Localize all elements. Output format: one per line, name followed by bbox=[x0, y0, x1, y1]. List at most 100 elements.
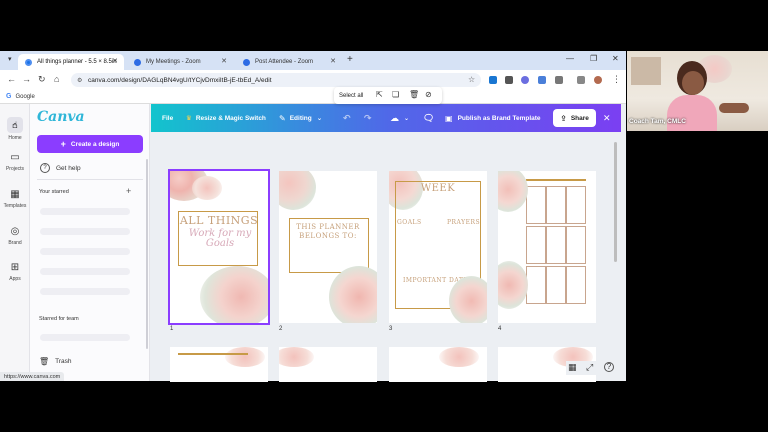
tab-my-meetings[interactable]: My Meetings - Zoom ✕ bbox=[127, 54, 233, 70]
editing-mode-dropdown[interactable]: ✎ Editing ⌄ bbox=[279, 104, 322, 132]
page-thumbnail-6[interactable] bbox=[279, 347, 377, 382]
help-icon[interactable]: ? bbox=[604, 362, 614, 372]
extension-icon[interactable] bbox=[505, 76, 513, 84]
page-title-text: THIS PLANNER BELONGS TO: bbox=[296, 223, 360, 240]
tab-strip: ▾ All things planner - 5.5 × 8.5in ✕ My … bbox=[0, 51, 626, 70]
floral-decoration bbox=[449, 276, 487, 323]
site-info-icon[interactable]: ⚙ bbox=[77, 77, 82, 84]
extensions-puzzle-icon[interactable] bbox=[555, 76, 563, 84]
gold-rule bbox=[178, 353, 248, 355]
link-status-bar: https://www.canva.com bbox=[0, 372, 65, 381]
delete-icon[interactable]: 🗑 bbox=[409, 90, 419, 99]
page-toolbar: Select all ⇱ ❏ 🗑 ⊘ bbox=[334, 87, 442, 104]
add-page-icon[interactable]: ⇱ bbox=[376, 90, 383, 99]
page-thumbnail-7[interactable] bbox=[389, 347, 487, 382]
zoom-favicon-icon bbox=[134, 58, 141, 66]
grid-cell bbox=[566, 186, 586, 224]
canvas-scrollbar[interactable] bbox=[614, 142, 617, 262]
rail-item-brand[interactable]: ◎ Brand bbox=[0, 226, 30, 246]
person-face bbox=[682, 71, 704, 95]
floral-decoration bbox=[439, 347, 479, 367]
close-tab-icon[interactable]: ✕ bbox=[221, 57, 227, 65]
page-thumbnail-2[interactable]: THIS PLANNER BELONGS TO: bbox=[279, 171, 377, 323]
floral-decoration bbox=[192, 176, 222, 200]
close-tab-icon[interactable]: ✕ bbox=[112, 57, 118, 65]
chrome-menu-icon[interactable]: ⋮ bbox=[612, 74, 621, 85]
shelf-decoration bbox=[631, 57, 661, 85]
share-button[interactable]: ⇪ Share bbox=[553, 109, 596, 127]
file-menu-button[interactable]: File bbox=[162, 104, 173, 132]
close-window-icon[interactable]: ✕ bbox=[612, 54, 619, 63]
pencil-icon: ✎ bbox=[279, 113, 286, 123]
loading-placeholder bbox=[40, 228, 130, 235]
editor-top-bar: File ♛ Resize & Magic Switch ✎ Editing ⌄… bbox=[151, 104, 621, 132]
forward-icon[interactable]: → bbox=[22, 74, 31, 84]
floral-decoration bbox=[329, 266, 377, 323]
maximize-icon[interactable]: ❐ bbox=[590, 54, 597, 63]
brand-icon: ◎ bbox=[10, 226, 20, 237]
close-editor-icon[interactable]: ✕ bbox=[603, 104, 611, 132]
screen: ▾ All things planner - 5.5 × 8.5in ✕ My … bbox=[0, 0, 768, 432]
page-thumbnail-3[interactable]: WEEK GOALS PRAYERS IMPORTANT DATES bbox=[389, 171, 487, 323]
grid-view-icon[interactable]: ▦ bbox=[568, 362, 577, 373]
address-bar-row: ← → ↻ ⌂ canva.com/design/DAGLqBN4vgU/tYC… bbox=[0, 70, 626, 90]
template-icon: ▣ bbox=[445, 113, 453, 123]
publish-brand-template-button[interactable]: ▣ Publish as Brand Template bbox=[445, 104, 541, 132]
page-number: 2 bbox=[279, 326, 283, 332]
close-tab-icon[interactable]: ✕ bbox=[330, 57, 336, 65]
trash-link[interactable]: 🗑 Trash bbox=[39, 357, 72, 366]
create-design-button[interactable]: + Create a design bbox=[37, 135, 143, 153]
loading-placeholder bbox=[40, 208, 130, 215]
trash-icon: 🗑 bbox=[39, 357, 50, 366]
page-thumbnail-1[interactable]: ALL THINGS Work for my Goals bbox=[168, 169, 270, 325]
rail-item-apps[interactable]: ⊞ Apps bbox=[0, 262, 30, 282]
sidebar-icon[interactable] bbox=[577, 76, 585, 84]
bookmark-google[interactable]: G Google bbox=[6, 93, 35, 100]
add-starred-icon[interactable]: + bbox=[126, 186, 131, 196]
cloud-save-icon[interactable]: ☁ bbox=[390, 104, 399, 132]
extension-icon[interactable] bbox=[521, 76, 529, 84]
bookmark-star-icon[interactable]: ☆ bbox=[468, 75, 475, 84]
floral-decoration bbox=[498, 171, 528, 212]
page-thumbnail-5[interactable] bbox=[170, 347, 268, 382]
minimize-icon[interactable]: — bbox=[566, 54, 574, 63]
chevron-down-icon[interactable]: ⌄ bbox=[404, 104, 409, 132]
grid-cell bbox=[566, 226, 586, 264]
canva-logo[interactable]: Canva bbox=[37, 109, 85, 125]
loading-placeholder bbox=[40, 268, 130, 275]
profile-avatar[interactable] bbox=[594, 76, 602, 84]
tab-search-icon[interactable]: ▾ bbox=[8, 55, 12, 63]
floral-decoration bbox=[279, 171, 316, 210]
new-tab-button[interactable]: + bbox=[347, 54, 353, 65]
grid-cell bbox=[526, 266, 546, 304]
back-icon[interactable]: ← bbox=[7, 74, 16, 84]
fullscreen-icon[interactable]: ⤢ bbox=[586, 362, 593, 373]
duplicate-icon[interactable]: ❏ bbox=[392, 90, 399, 99]
reload-icon[interactable]: ↻ bbox=[38, 74, 46, 85]
rail-item-templates[interactable]: ▦ Templates bbox=[0, 189, 30, 209]
tab-post-attendee[interactable]: Post Attendee - Zoom ✕ bbox=[236, 54, 342, 70]
person-body bbox=[667, 95, 717, 131]
url-input[interactable]: canva.com/design/DAGLqBN4vgU/tYCjvDmxiIt… bbox=[71, 73, 481, 87]
redo-icon[interactable]: ↷ bbox=[364, 104, 372, 132]
comment-icon[interactable]: 🗨 bbox=[423, 104, 434, 132]
panel-scrollbar[interactable] bbox=[146, 159, 148, 349]
plus-icon: + bbox=[60, 139, 66, 149]
rail-item-projects[interactable]: ▭ Projects bbox=[0, 152, 30, 172]
home-icon[interactable]: ⌂ bbox=[54, 74, 59, 84]
person-hand bbox=[719, 103, 749, 113]
floral-decoration bbox=[225, 347, 265, 367]
extension-icon[interactable] bbox=[489, 76, 497, 84]
page-thumbnail-4[interactable] bbox=[498, 171, 596, 323]
page-number: 3 bbox=[389, 326, 393, 332]
hide-page-icon[interactable]: ⊘ bbox=[425, 90, 432, 99]
undo-icon[interactable]: ↶ bbox=[343, 104, 351, 132]
extension-icon[interactable] bbox=[538, 76, 546, 84]
grid-cell bbox=[546, 266, 566, 304]
select-all-button[interactable]: Select all bbox=[339, 93, 363, 99]
get-help-link[interactable]: ? Get help bbox=[40, 163, 81, 173]
floral-decoration bbox=[279, 347, 314, 367]
floral-decoration bbox=[200, 266, 268, 323]
tab-all-things-planner[interactable]: All things planner - 5.5 × 8.5in ✕ bbox=[18, 54, 124, 70]
resize-button[interactable]: ♛ Resize & Magic Switch bbox=[186, 104, 266, 132]
